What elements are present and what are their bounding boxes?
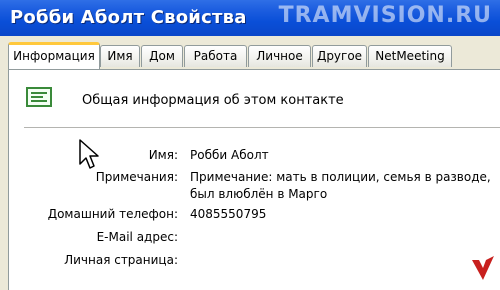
section-title: Общая информация об этом контакте <box>82 93 344 108</box>
separator <box>24 127 500 128</box>
tab-home[interactable]: Дом <box>141 45 183 67</box>
home-phone-label: Домашний телефон: <box>47 207 178 221</box>
tab-netmeeting[interactable]: NetMeeting <box>368 45 452 67</box>
tab-name[interactable]: Имя <box>100 45 140 67</box>
notes-value-line1: Примечание: мать в полиции, семья в разв… <box>190 170 491 184</box>
window-titlebar[interactable]: Робби Аболт Свойства TRAMVISION.RU <box>0 0 500 36</box>
homepage-label: Личная страница: <box>64 253 178 267</box>
tab-strip: Информация Имя Дом Работа Личное Другое … <box>8 42 498 70</box>
home-phone-value: 4085550795 <box>190 207 267 221</box>
name-value: Робби Аболт <box>190 148 269 162</box>
watermark: TRAMVISION.RU <box>278 3 492 28</box>
window-title: Робби Аболт Свойства <box>10 7 247 28</box>
name-label: Имя: <box>148 148 178 162</box>
channel-logo-icon <box>472 256 494 280</box>
tab-other[interactable]: Другое <box>312 45 367 67</box>
notes-value-line2: был влюблён в Марго <box>190 187 328 201</box>
notes-label: Примечания: <box>95 170 178 184</box>
tab-personal[interactable]: Личное <box>248 45 311 67</box>
email-label: E-Mail адрес: <box>96 230 178 244</box>
tab-work[interactable]: Работа <box>184 45 247 67</box>
contact-card-icon <box>26 87 52 107</box>
tab-info[interactable]: Информация <box>8 42 100 69</box>
